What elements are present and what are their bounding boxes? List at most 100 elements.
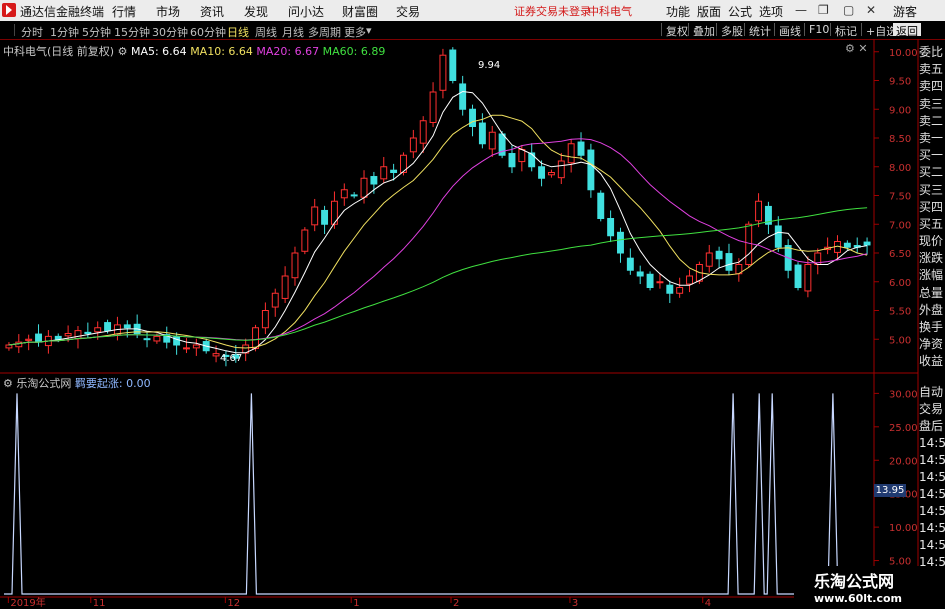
candle-body: [123, 324, 131, 329]
menu-wenxiaoda[interactable]: 问小达: [288, 3, 324, 20]
f10-button[interactable]: F10: [804, 23, 829, 36]
period-weekly[interactable]: 周线: [255, 24, 277, 40]
watermark-logo: 乐淘公式网 www.60lt.com: [794, 566, 945, 609]
candle-body: [459, 83, 467, 110]
restore-icon[interactable]: ▢: [843, 3, 854, 17]
menu-gongshi[interactable]: 公式: [728, 3, 752, 20]
moving-average-lines: [8, 90, 868, 354]
candle-body: [488, 131, 496, 150]
candle-body: [74, 330, 82, 340]
quote-field-label: 总量: [919, 285, 944, 300]
period-5min[interactable]: 5分钟: [82, 24, 111, 40]
date-tick-label: 2: [453, 598, 459, 609]
date-tick-label: 3: [572, 598, 578, 609]
trade-field-label: 盘后: [919, 419, 944, 433]
quote-field-label: 卖二: [919, 113, 944, 128]
guest-label[interactable]: 游客: [893, 3, 917, 20]
multi-stock-button[interactable]: 多股: [716, 23, 743, 38]
candle-body: [232, 354, 240, 359]
period-30min[interactable]: 30分钟: [152, 24, 188, 40]
chevron-down-icon[interactable]: ▾: [366, 24, 372, 37]
menu-caifuquan[interactable]: 财富圈: [342, 3, 378, 20]
period-60min[interactable]: 60分钟: [190, 24, 226, 40]
maximize-icon[interactable]: ❐: [818, 3, 829, 17]
trade-login-notice[interactable]: 证券交易未登录: [514, 3, 591, 19]
menu-xuanxiang[interactable]: 选项: [759, 3, 783, 20]
candlestick-series: [5, 47, 871, 367]
ma20-line: [8, 138, 868, 346]
close-icon[interactable]: ✕: [866, 3, 876, 17]
period-more[interactable]: 更多: [344, 24, 366, 40]
period-multi[interactable]: 多周期: [308, 24, 341, 40]
quote-field-label: 卖五: [919, 62, 944, 77]
quote-field-label: 买五: [919, 216, 944, 231]
candle-body: [843, 242, 851, 248]
trade-field-label: 14:56: [919, 504, 945, 518]
price-tick-label: 5.00: [889, 335, 911, 346]
period-fenshi[interactable]: 分时: [21, 24, 43, 40]
statistics-button[interactable]: 统计: [744, 23, 771, 38]
sub-tick-label: 10.00: [889, 523, 918, 534]
menu-hangqing[interactable]: 行情: [112, 3, 136, 20]
gear-icon[interactable]: ⚙: [845, 42, 855, 55]
candle-body: [202, 341, 210, 352]
overlay-button[interactable]: 叠加: [688, 23, 715, 38]
price-tick-label: 9.50: [889, 77, 911, 88]
period-1min[interactable]: 1分钟: [50, 24, 79, 40]
trade-field-label: 自动: [919, 385, 944, 399]
candle-body: [705, 252, 713, 267]
menu-shichang[interactable]: 市场: [156, 3, 180, 20]
chart-canvas: 10.00 9.50 9.00 8.50 8.00 7.50 7.00 6.50 6.00 5.5…: [0, 39, 919, 609]
quote-field-label: 买二: [919, 165, 944, 180]
candle-body: [735, 264, 743, 275]
mark-button[interactable]: 标记: [830, 23, 857, 38]
app-logo-icon: [2, 3, 16, 17]
price-tick-label: 6.00: [889, 278, 911, 289]
period-15min[interactable]: 15分钟: [114, 24, 150, 40]
menu-zixun[interactable]: 资讯: [200, 3, 224, 20]
price-tick-label: 10.00: [889, 48, 918, 59]
settings-gear-icon[interactable]: ⚙: [118, 45, 128, 58]
ma5-line: [8, 90, 868, 354]
candle-body: [419, 120, 427, 144]
minimize-icon[interactable]: —: [795, 3, 807, 17]
candle-body: [360, 177, 368, 198]
candle-body: [557, 160, 565, 179]
close-icon[interactable]: ✕: [858, 42, 867, 55]
menu-jiaoyi[interactable]: 交易: [396, 3, 420, 20]
candle-body: [804, 264, 812, 292]
trade-field-label: 14:56: [919, 521, 945, 535]
trade-field-label: 14:56: [919, 453, 945, 467]
candle-body: [44, 335, 52, 347]
menu-gongneng[interactable]: 功能: [666, 3, 690, 20]
period-monthly[interactable]: 月线: [282, 24, 304, 40]
right-trade-panel: 自动交易盘后 14:56 14:56 14:56 14:56 14:56 14:56 14:5…: [919, 384, 945, 571]
draw-line-button[interactable]: 画线: [774, 23, 801, 38]
back-button[interactable]: 返回: [893, 23, 921, 38]
sub-settings-icon[interactable]: ⚙: [3, 377, 13, 390]
fuquan-button[interactable]: 复权: [661, 23, 688, 38]
candle-body: [25, 338, 33, 341]
candle-body: [340, 189, 348, 199]
divider: [14, 24, 15, 36]
menu-banmian[interactable]: 版面: [697, 3, 721, 20]
candle-body: [814, 252, 822, 265]
candle-body: [577, 141, 585, 156]
period-daily[interactable]: 日线: [227, 24, 249, 40]
sub-tick-label: 20.00: [889, 456, 918, 467]
candle-body: [528, 152, 536, 168]
candle-body: [311, 206, 319, 226]
date-tick-label: 12: [227, 598, 240, 609]
menu-faxian[interactable]: 发现: [244, 3, 268, 20]
candle-body: [133, 323, 141, 334]
main-chart-title: 中科电气(日线 前复权): [3, 45, 115, 58]
candle-body: [725, 253, 733, 271]
date-tick-label: 2019年: [10, 596, 45, 609]
candle-body: [183, 347, 190, 350]
ma20-value: MA20: 6.67: [256, 45, 320, 58]
candle-body: [163, 334, 171, 343]
candle-body: [794, 264, 802, 289]
price-tick-label: 8.50: [889, 134, 911, 145]
add-watchlist-button[interactable]: +自选: [861, 23, 897, 38]
candle-body: [212, 353, 220, 357]
